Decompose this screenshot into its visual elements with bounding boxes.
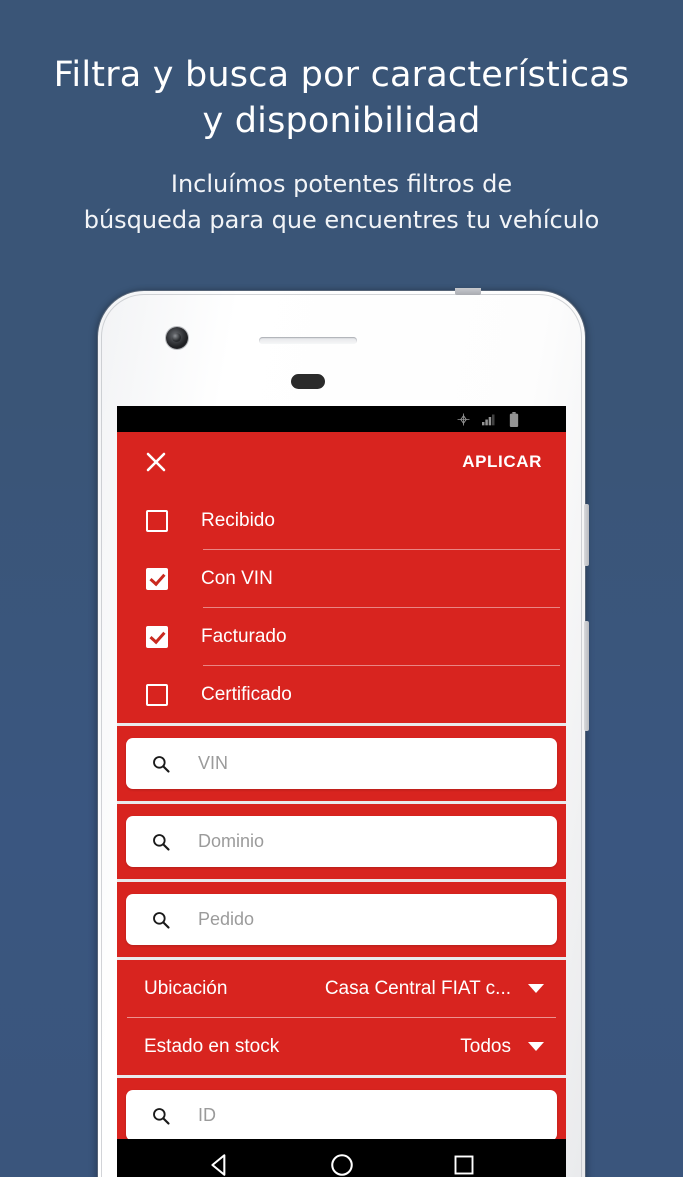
phone-screen: APLICAR Recibido Con VIN Facturado Certi…: [117, 406, 566, 1177]
select-group-card: Ubicación Casa Central FIAT c... Estado …: [117, 960, 566, 1075]
checkbox-row-certificado[interactable]: Certificado: [117, 666, 566, 723]
search-icon: [153, 911, 170, 929]
search-placeholder-id: ID: [198, 1105, 216, 1125]
search-placeholder-pedido: Pedido: [198, 909, 255, 929]
filter-panel: Recibido Con VIN Facturado Certificado V…: [117, 492, 566, 1177]
promo-text-block: Filtra y busca por características y dis…: [0, 52, 683, 238]
checkbox-row-recibido[interactable]: Recibido: [117, 492, 566, 549]
search-input-id[interactable]: ID: [126, 1090, 557, 1141]
search-input-pedido[interactable]: Pedido: [126, 894, 557, 945]
select-value-estado-en-stock: Todos: [460, 1035, 511, 1057]
search-placeholder-dominio: Dominio: [198, 831, 265, 851]
signal-icon: [482, 414, 495, 425]
back-triangle-icon[interactable]: [207, 1152, 233, 1177]
checkbox-label-con-vin: Con VIN: [201, 567, 273, 589]
status-bar: [117, 406, 566, 432]
search-icon: [153, 755, 170, 773]
phone-mockup: APLICAR Recibido Con VIN Facturado Certi…: [98, 288, 589, 1177]
chevron-down-icon[interactable]: [528, 984, 544, 993]
select-row-estado-en-stock[interactable]: Estado en stock Todos: [117, 1018, 566, 1075]
earpiece-speaker: [259, 337, 357, 344]
home-circle-icon[interactable]: [329, 1152, 355, 1177]
recents-square-icon[interactable]: [452, 1153, 476, 1177]
chevron-down-icon[interactable]: [528, 1042, 544, 1051]
search-input-dominio[interactable]: Dominio: [126, 816, 557, 867]
apply-button[interactable]: APLICAR: [462, 452, 542, 472]
checkbox-row-facturado[interactable]: Facturado: [117, 608, 566, 665]
close-icon[interactable]: [144, 450, 168, 474]
select-value-ubicacion: Casa Central FIAT c...: [324, 977, 511, 999]
proximity-sensor: [291, 374, 325, 389]
search-input-vin[interactable]: VIN: [126, 738, 557, 789]
location-icon: [457, 413, 470, 425]
checkbox-label-facturado: Facturado: [201, 625, 287, 647]
battery-icon: [509, 411, 519, 427]
power-button[interactable]: [584, 504, 589, 566]
top-button[interactable]: [455, 288, 481, 295]
checkbox-row-con-vin[interactable]: Con VIN: [117, 550, 566, 607]
app-bar: APLICAR: [117, 432, 566, 492]
search-placeholder-vin: VIN: [198, 753, 229, 773]
search-icon: [153, 833, 170, 851]
promo-subtitle: Incluímos potentes filtros de búsqueda p…: [83, 170, 600, 234]
checkbox-facturado[interactable]: [146, 625, 168, 648]
checkbox-label-certificado: Certificado: [201, 683, 292, 705]
promo-title: Filtra y busca por características y dis…: [53, 55, 630, 141]
checkbox-certificado[interactable]: [146, 683, 168, 706]
select-row-ubicacion[interactable]: Ubicación Casa Central FIAT c...: [117, 960, 566, 1017]
android-nav-bar: [117, 1139, 566, 1177]
volume-button[interactable]: [584, 621, 589, 731]
select-value-wrap-ubicacion: Casa Central FIAT c...: [325, 978, 544, 1000]
front-camera-icon: [166, 327, 188, 349]
select-label-estado-en-stock: Estado en stock: [144, 1035, 280, 1057]
search-icon: [153, 1107, 170, 1125]
checkbox-group-card: Recibido Con VIN Facturado Certificado: [117, 492, 566, 723]
checkbox-label-recibido: Recibido: [201, 509, 275, 531]
select-value-wrap-estado: Todos: [460, 1036, 544, 1058]
select-label-ubicacion: Ubicación: [144, 977, 228, 999]
search-card-pedido: Pedido: [117, 882, 566, 957]
search-card-vin: VIN: [117, 726, 566, 801]
checkbox-recibido[interactable]: [146, 509, 168, 532]
search-card-dominio: Dominio: [117, 804, 566, 879]
checkbox-con-vin[interactable]: [146, 567, 168, 590]
